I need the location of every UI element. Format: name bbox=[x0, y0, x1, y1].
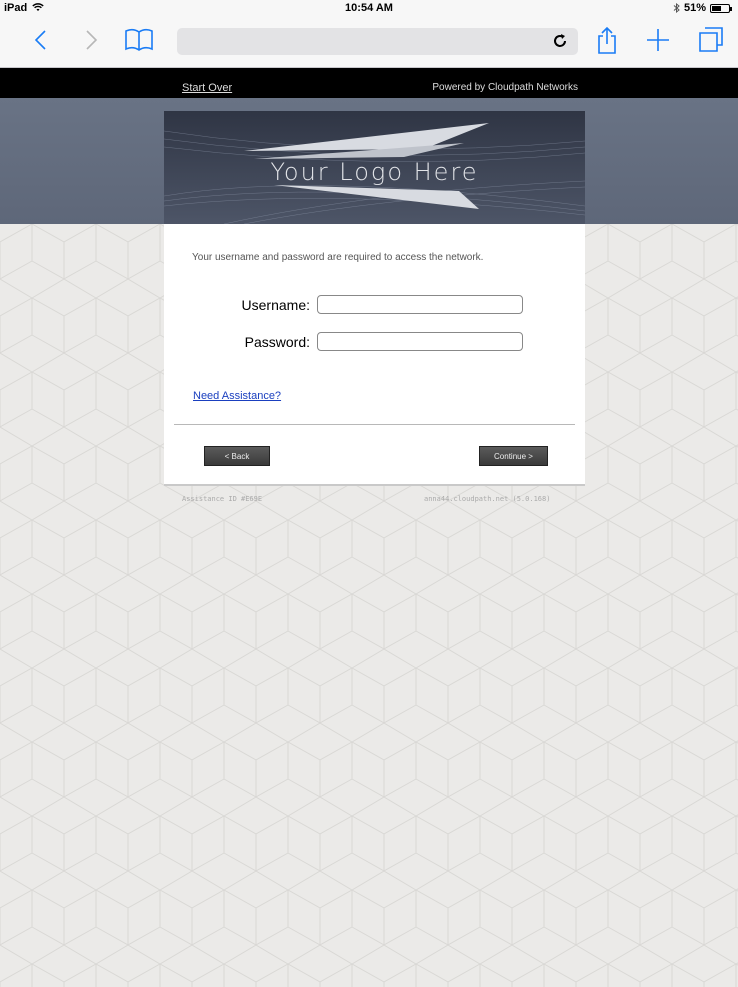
chevron-right-icon bbox=[86, 30, 98, 50]
new-tab-button[interactable] bbox=[645, 24, 671, 56]
forward-button[interactable] bbox=[80, 24, 102, 56]
continue-button[interactable]: Continue > bbox=[479, 446, 548, 466]
battery-icon bbox=[710, 3, 732, 13]
password-label: Password: bbox=[244, 334, 310, 350]
book-icon bbox=[125, 28, 153, 51]
reload-button[interactable] bbox=[552, 33, 568, 49]
login-card: Your username and password are required … bbox=[164, 224, 585, 486]
username-label: Username: bbox=[241, 297, 310, 313]
share-button[interactable] bbox=[595, 24, 619, 56]
back-form-button[interactable]: < Back bbox=[204, 446, 270, 466]
tabs-icon bbox=[699, 27, 723, 52]
username-input[interactable] bbox=[317, 295, 523, 314]
chevron-left-icon bbox=[34, 30, 46, 50]
plus-icon bbox=[647, 29, 669, 51]
bookmarks-button[interactable] bbox=[122, 24, 156, 56]
need-assistance-link[interactable]: Need Assistance? bbox=[193, 390, 281, 402]
back-button[interactable] bbox=[30, 24, 52, 56]
powered-by-text: Powered by Cloudpath Networks bbox=[432, 82, 578, 93]
address-bar[interactable] bbox=[177, 28, 578, 55]
start-over-link[interactable]: Start Over bbox=[182, 82, 232, 94]
server-info: anna44.cloudpath.net (5.0.168) bbox=[424, 495, 551, 503]
intro-text: Your username and password are required … bbox=[192, 252, 484, 263]
battery-percent: 51% bbox=[683, 2, 706, 14]
share-icon bbox=[598, 26, 616, 54]
bluetooth-icon bbox=[673, 3, 680, 13]
password-input[interactable] bbox=[317, 332, 523, 351]
browser-toolbar bbox=[0, 18, 738, 68]
assistance-id: Assistance ID #E69E bbox=[182, 495, 263, 503]
status-time: 10:54 AM bbox=[345, 2, 393, 14]
status-bar: iPad 10:54 AM 51% bbox=[0, 0, 738, 18]
status-right: 51% bbox=[673, 2, 732, 14]
logo-banner: Your Logo Here bbox=[164, 111, 585, 224]
divider bbox=[174, 424, 575, 425]
logo-text: Your Logo Here bbox=[270, 158, 479, 186]
reload-icon bbox=[554, 34, 566, 47]
portal-header: Start Over Powered by Cloudpath Networks bbox=[0, 68, 738, 98]
tabs-button[interactable] bbox=[697, 24, 725, 56]
